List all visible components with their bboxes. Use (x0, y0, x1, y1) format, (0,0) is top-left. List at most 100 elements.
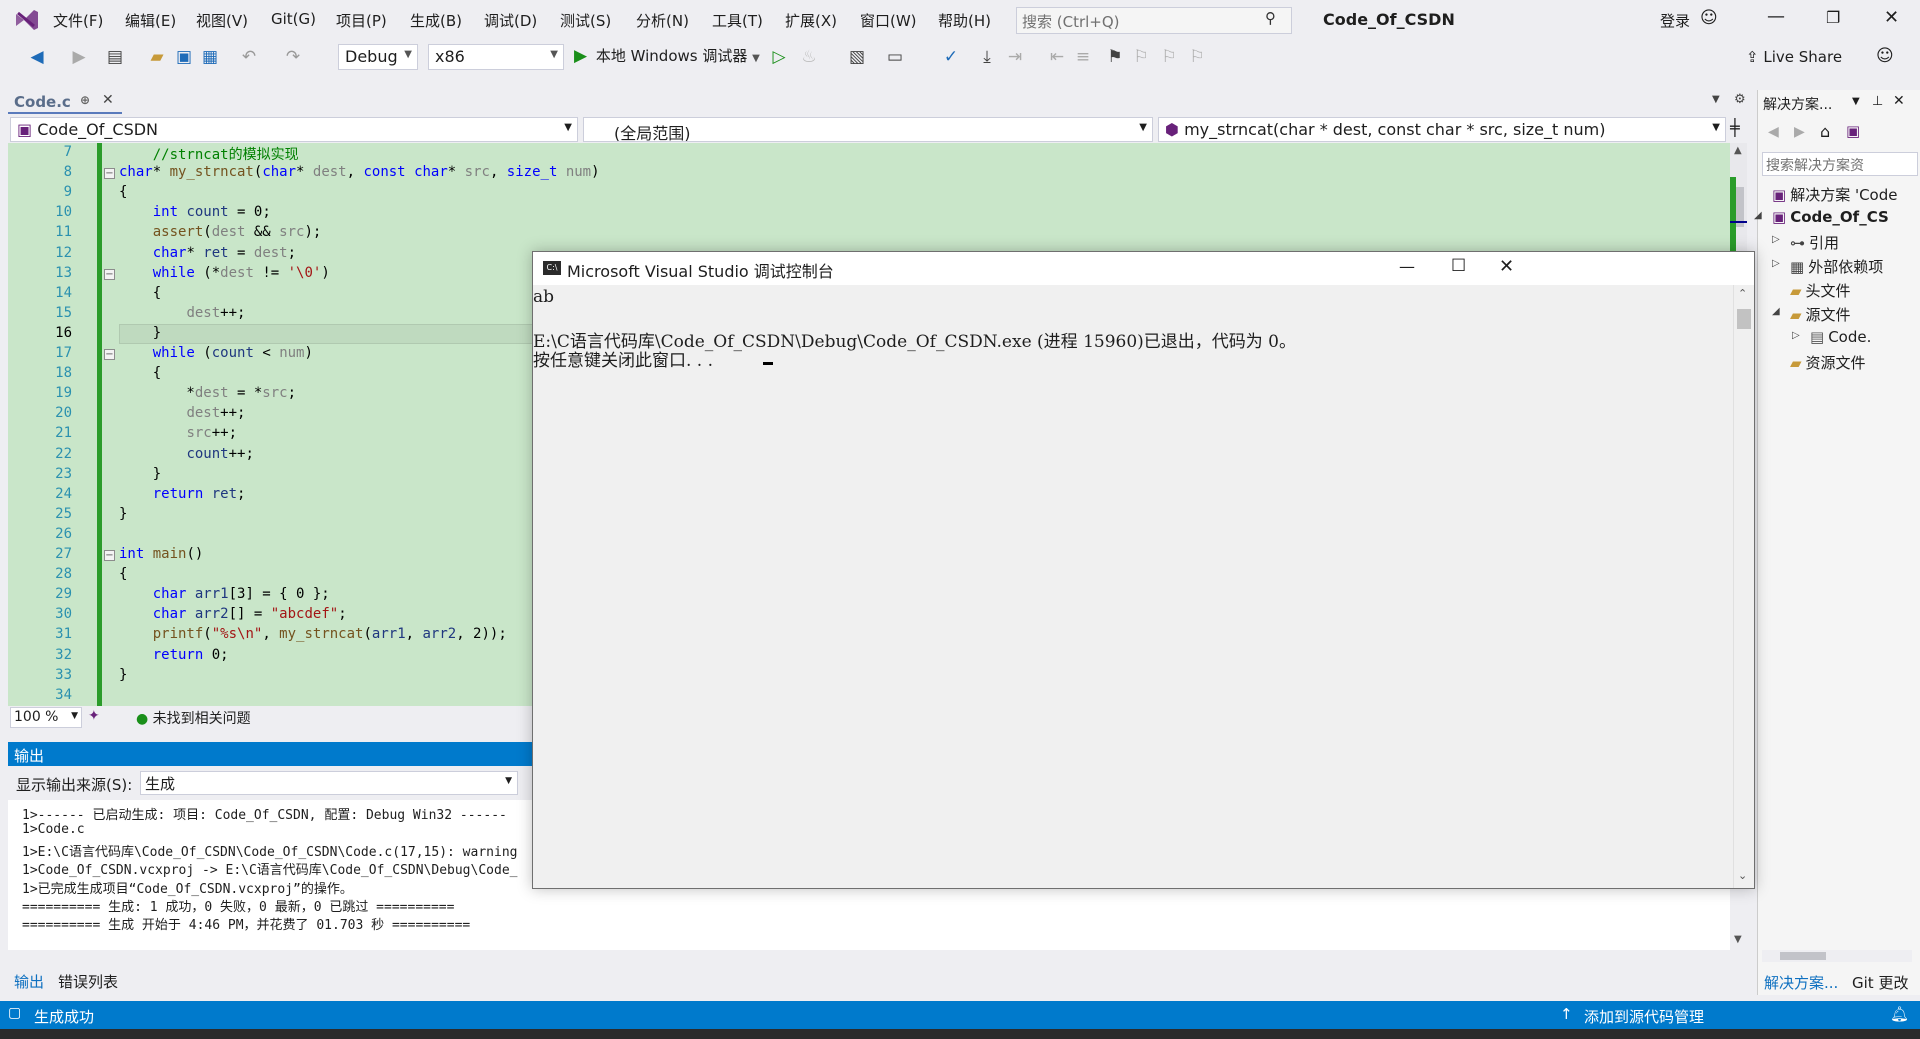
menu-item-1[interactable]: 编辑(E) (125, 10, 176, 31)
expand-arrow-icon[interactable]: ▷ (1792, 330, 1800, 341)
expand-arrow-icon[interactable]: ◢ (1772, 306, 1780, 317)
expand-arrow-icon[interactable]: ▷ (1772, 258, 1780, 269)
scope-nav-select[interactable]: (全局范围) ▼ (583, 117, 1153, 142)
next-bookmark-icon[interactable]: ⚐ (1158, 46, 1180, 68)
outdent-icon[interactable]: ⇤ (1046, 46, 1068, 68)
settings-gear-icon[interactable]: ⚙ (1734, 92, 1746, 107)
menu-item-10[interactable]: 扩展(X) (785, 10, 837, 31)
fold-toggle-icon[interactable]: − (104, 550, 115, 561)
comment-icon[interactable]: ≡ (1072, 46, 1094, 68)
pin-icon[interactable]: ⊕ (80, 93, 90, 107)
chevron-down-icon[interactable]: ▼ (1852, 96, 1860, 107)
fold-toggle-icon[interactable]: − (104, 349, 115, 360)
scroll-up-icon[interactable]: ▲ (1734, 145, 1742, 156)
scroll-up-icon[interactable]: ⌃ (1738, 287, 1747, 300)
fold-toggle-icon[interactable]: − (104, 168, 115, 180)
layout-icon[interactable]: ▭ (884, 46, 906, 68)
config-select[interactable]: Debug ▼ (338, 44, 418, 70)
scroll-down-icon[interactable]: ▼ (1734, 934, 1742, 945)
sol-scroll-thumb[interactable] (1780, 952, 1826, 960)
save-all-icon[interactable]: ▦ (199, 46, 221, 68)
start-without-debug-icon[interactable]: ▷ (768, 46, 790, 68)
solution-tree-item[interactable]: ▰ 头文件 (1790, 280, 1851, 301)
menu-item-5[interactable]: 生成(B) (410, 10, 462, 31)
menu-item-4[interactable]: 项目(P) (336, 10, 387, 31)
fold-toggle-icon[interactable]: − (104, 268, 115, 280)
menu-item-3[interactable]: Git(G) (271, 10, 316, 28)
feedback-icon[interactable]: ☺ (1700, 8, 1718, 28)
menu-item-12[interactable]: 帮助(H) (938, 10, 991, 31)
prev-bookmark-icon[interactable]: ⚐ (1130, 46, 1152, 68)
close-button[interactable]: ✕ (1884, 7, 1899, 28)
start-debug-button[interactable]: ▶ 本地 Windows 调试器 ▼ (574, 45, 760, 69)
solution-search-input[interactable]: 搜索解决方案资 (1762, 152, 1918, 176)
scroll-down-icon[interactable]: ⌄ (1738, 869, 1747, 882)
console-close-button[interactable]: ✕ (1499, 256, 1514, 277)
menu-item-11[interactable]: 窗口(W) (860, 10, 917, 31)
menu-item-2[interactable]: 视图(V) (196, 10, 248, 31)
add-source-control-button[interactable]: 添加到源代码管理 (1584, 1006, 1704, 1027)
undo-icon[interactable]: ↶ (238, 46, 260, 68)
solution-tree-item[interactable]: ▣ 解决方案 'Code (1772, 184, 1897, 205)
tab-overflow-icon[interactable]: ▼ (1712, 94, 1720, 105)
home-icon[interactable]: ⌂ (1820, 122, 1830, 141)
expand-arrow-icon[interactable]: ▷ (1772, 234, 1780, 245)
sol-forward-icon[interactable]: ▶ (1794, 124, 1805, 140)
solution-tree-item[interactable]: ◢ ▰ 源文件 (1772, 304, 1851, 325)
open-file-icon[interactable]: ▰ (146, 46, 168, 68)
login-link[interactable]: 登录 (1660, 10, 1690, 31)
step-icon[interactable]: ⤓ (976, 46, 998, 68)
console-maximize-button[interactable]: ☐ (1451, 256, 1466, 276)
solution-tree-item[interactable]: ▷ ▤ Code. (1792, 328, 1871, 346)
bookmark-icon[interactable]: ⚑ (1104, 46, 1126, 68)
split-view-icon[interactable]: ╪ (1730, 118, 1740, 137)
tab-error-list[interactable]: 错误列表 (58, 971, 118, 992)
tab-solution-explorer[interactable]: 解决方案... (1764, 972, 1838, 993)
issues-indicator[interactable]: ● 未找到相关问题 (136, 708, 251, 728)
new-project-icon[interactable]: ▤ (104, 46, 126, 68)
notification-icon[interactable]: 🔔︎ (1890, 1005, 1909, 1023)
clear-bookmark-icon[interactable]: ⚐ (1186, 46, 1208, 68)
menu-item-0[interactable]: 文件(F) (53, 10, 103, 31)
console-title-bar[interactable]: C:\ Microsoft Visual Studio 调试控制台 — ☐ ✕ (533, 252, 1754, 285)
console-scrollbar[interactable]: ⌃ ⌄ (1733, 285, 1754, 888)
live-share-button[interactable]: ⇪ Live Share (1746, 48, 1842, 66)
tab-git-changes[interactable]: Git 更改 (1852, 972, 1908, 993)
menu-item-7[interactable]: 测试(S) (560, 10, 611, 31)
solution-tree-item[interactable]: ▷ ▦ 外部依赖项 (1772, 256, 1883, 277)
menu-item-8[interactable]: 分析(N) (636, 10, 689, 31)
console-scroll-thumb[interactable] (1737, 309, 1751, 329)
solution-tree-item[interactable]: ◢ ▣ Code_Of_CS (1754, 208, 1889, 226)
solution-tree-item[interactable]: ▷ ⊶ 引用 (1772, 232, 1839, 253)
forward-icon[interactable]: ▶ (68, 46, 90, 68)
menu-item-6[interactable]: 调试(D) (484, 10, 537, 31)
pin-icon[interactable]: ⊥ (1872, 94, 1883, 109)
indent-icon[interactable]: ⇥ (1004, 46, 1026, 68)
restore-button[interactable]: ❐ (1826, 8, 1840, 27)
search-input[interactable]: 搜索 (Ctrl+Q) ⚲ (1016, 7, 1292, 34)
account-icon[interactable]: ☺ (1876, 46, 1894, 66)
save-icon[interactable]: ▣ (173, 46, 195, 68)
browse-icon[interactable]: ▧ (846, 46, 868, 68)
close-tab-icon[interactable]: ✕ (102, 92, 114, 108)
minimize-button[interactable]: — (1767, 6, 1785, 27)
menu-item-9[interactable]: 工具(T) (712, 10, 763, 31)
redo-icon[interactable]: ↷ (282, 46, 304, 68)
back-icon[interactable]: ◀ (26, 46, 48, 68)
zoom-select[interactable]: 100 % ▼ (10, 707, 82, 728)
intellicode-icon[interactable]: ✦ (88, 708, 100, 724)
vs-switch-icon[interactable]: ▣ (1846, 122, 1860, 140)
sol-hscroll[interactable] (1762, 950, 1912, 962)
hot-reload-icon[interactable]: ♨ (798, 46, 820, 68)
platform-select[interactable]: x86 ▼ (428, 44, 564, 70)
tab-output[interactable]: 输出 (14, 971, 44, 992)
expand-arrow-icon[interactable]: ◢ (1754, 210, 1762, 221)
close-icon[interactable]: ✕ (1893, 93, 1905, 109)
project-nav-select[interactable]: ▣ Code_Of_CSDN ▼ (10, 117, 578, 142)
tab-code-c[interactable]: Code.c ⊕ ✕ (8, 90, 122, 114)
console-output[interactable] (533, 285, 1733, 888)
spellcheck-icon[interactable]: ✓ (940, 46, 962, 68)
member-nav-select[interactable]: ⬢ my_strncat(char * dest, const char * s… (1158, 117, 1726, 142)
sol-back-icon[interactable]: ◀ (1768, 124, 1779, 140)
output-source-select[interactable]: 生成 ▼ (140, 771, 518, 795)
